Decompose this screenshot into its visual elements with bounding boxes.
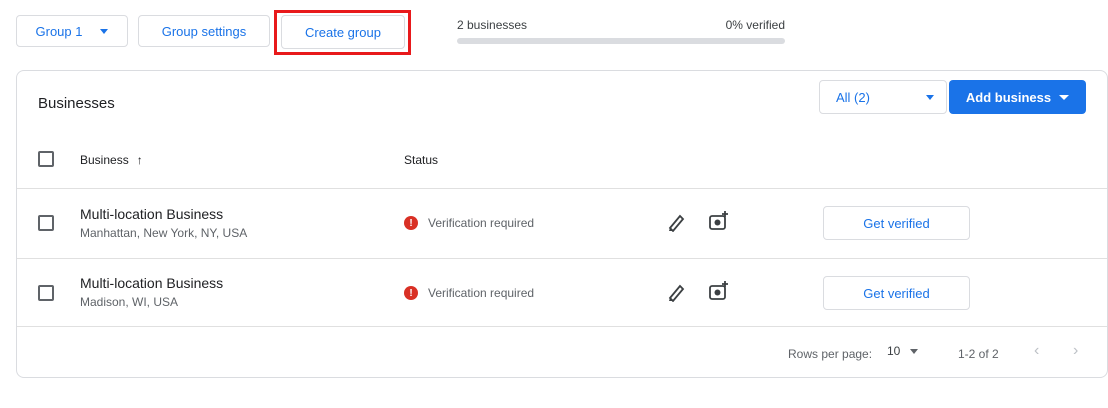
- alert-icon: !: [404, 216, 418, 230]
- edit-pencil-icon[interactable]: [666, 280, 686, 307]
- businesses-count: 2 businesses: [457, 18, 528, 32]
- get-verified-button[interactable]: Get verified: [823, 276, 970, 310]
- card-title: Businesses: [38, 95, 115, 112]
- business-address: Manhattan, New York, NY, USA: [80, 226, 248, 240]
- filter-select-label: All (2): [836, 89, 870, 105]
- add-business-label: Add business: [965, 89, 1052, 105]
- get-verified-label: Get verified: [863, 285, 930, 301]
- row-divider: [17, 326, 1107, 327]
- status-text: Verification required: [428, 286, 535, 300]
- create-group-label: Create group: [305, 24, 381, 40]
- business-address: Madison, WI, USA: [80, 295, 179, 309]
- column-header-business-label: Business: [80, 153, 129, 167]
- add-business-button[interactable]: Add business: [949, 80, 1086, 114]
- previous-page-icon[interactable]: ‹: [1034, 342, 1039, 360]
- get-verified-button[interactable]: Get verified: [823, 206, 970, 240]
- row-divider: [17, 188, 1107, 189]
- create-group-button[interactable]: Create group: [281, 15, 405, 49]
- column-header-status: Status: [404, 153, 439, 167]
- chevron-down-icon: [910, 348, 919, 354]
- add-photo-icon[interactable]: [708, 210, 730, 237]
- verified-percent: 0% verified: [725, 18, 785, 32]
- group-select[interactable]: Group 1: [16, 15, 128, 47]
- row-checkbox[interactable]: [38, 215, 54, 231]
- edit-pencil-icon[interactable]: [666, 210, 686, 237]
- chevron-down-icon: [926, 94, 934, 100]
- select-all-checkbox[interactable]: [38, 151, 54, 167]
- next-page-icon[interactable]: ›: [1073, 342, 1078, 360]
- pagination-range: 1-2 of 2: [958, 347, 999, 361]
- group-select-label: Group 1: [35, 23, 83, 39]
- row-divider: [17, 258, 1107, 259]
- business-name[interactable]: Multi-location Business: [80, 275, 223, 291]
- verification-progress: [457, 38, 785, 44]
- group-settings-label: Group settings: [161, 23, 247, 39]
- row-checkbox[interactable]: [38, 285, 54, 301]
- add-photo-icon[interactable]: [708, 280, 730, 307]
- rows-per-page-label: Rows per page:: [788, 347, 873, 361]
- column-header-business[interactable]: Business ↑: [80, 153, 143, 167]
- filter-select[interactable]: All (2): [819, 80, 947, 114]
- get-verified-label: Get verified: [863, 215, 930, 231]
- chevron-down-icon: [100, 28, 109, 34]
- business-name[interactable]: Multi-location Business: [80, 206, 223, 222]
- chevron-down-icon: [1059, 94, 1070, 100]
- rows-per-page-select[interactable]: 10: [887, 344, 919, 358]
- sort-arrow-icon: ↑: [136, 153, 143, 167]
- alert-icon: !: [404, 286, 418, 300]
- group-settings-button[interactable]: Group settings: [138, 15, 270, 47]
- rows-per-page-value: 10: [887, 344, 901, 358]
- status-text: Verification required: [428, 216, 535, 230]
